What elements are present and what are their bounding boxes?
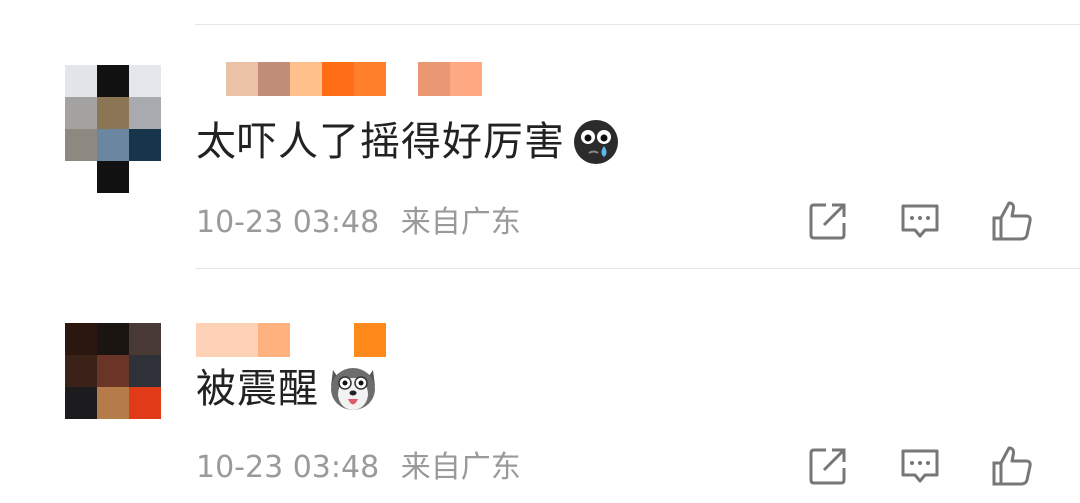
avatar-pixel (97, 323, 129, 355)
name-pixel (290, 62, 322, 96)
avatar-tail (97, 161, 129, 193)
avatar-pixel (97, 129, 129, 161)
avatar-pixel (65, 387, 97, 419)
comment-date: 10-23 03:48 (196, 450, 380, 485)
top-divider (195, 24, 1080, 25)
name-pixel (418, 62, 450, 96)
avatar-pixel (129, 387, 161, 419)
name-pixel (354, 62, 386, 96)
avatar-pixel (129, 97, 161, 129)
comment-icon[interactable] (898, 444, 942, 492)
comment-meta: 10-23 03:48 来自广东 (196, 450, 521, 486)
comment-date: 10-23 03:48 (196, 205, 380, 240)
avatar-pixel (65, 355, 97, 387)
comment-meta: 10-23 03:48 来自广东 (196, 205, 521, 241)
share-icon[interactable] (806, 444, 850, 492)
avatar-pixel (129, 323, 161, 355)
comment-location: 来自广东 (400, 205, 521, 240)
name-pixel (450, 62, 482, 96)
crying-face-emoji (573, 119, 619, 176)
name-pixel (322, 62, 354, 96)
name-pixel (258, 323, 290, 357)
username[interactable] (196, 323, 386, 357)
like-icon[interactable] (990, 199, 1034, 247)
name-pixel (386, 62, 418, 96)
avatar-pixel (129, 355, 161, 387)
avatar-pixel (97, 355, 129, 387)
name-pixel (354, 323, 386, 357)
comment-location: 来自广东 (400, 450, 521, 485)
avatar-pixel (129, 65, 161, 97)
comment-icon[interactable] (898, 199, 942, 247)
share-icon[interactable] (806, 199, 850, 247)
name-pixel (196, 323, 258, 357)
avatar-pixel (97, 97, 129, 129)
avatar[interactable] (65, 65, 161, 161)
comment-divider (195, 268, 1080, 269)
comment-actions (806, 444, 1034, 492)
avatar[interactable] (65, 323, 161, 419)
avatar-pixel (65, 97, 97, 129)
avatar-pixel (97, 65, 129, 97)
avatar-pixel (129, 129, 161, 161)
name-pixel (290, 323, 354, 357)
shocked-husky-emoji (327, 362, 379, 423)
comment-text: 被震醒 (196, 366, 319, 412)
comment-text: 太吓人了摇得好厉害 (196, 119, 565, 165)
name-pixel (258, 62, 290, 96)
avatar-pixel (65, 129, 97, 161)
name-pixel (226, 62, 258, 96)
comment-actions (806, 199, 1034, 247)
avatar-pixel (65, 323, 97, 355)
avatar-pixel (97, 387, 129, 419)
comment-text-row: 太吓人了摇得好厉害 (196, 118, 619, 176)
username[interactable] (226, 62, 482, 96)
like-icon[interactable] (990, 444, 1034, 492)
comment-text-row: 被震醒 (196, 362, 379, 423)
avatar-pixel (65, 65, 97, 97)
